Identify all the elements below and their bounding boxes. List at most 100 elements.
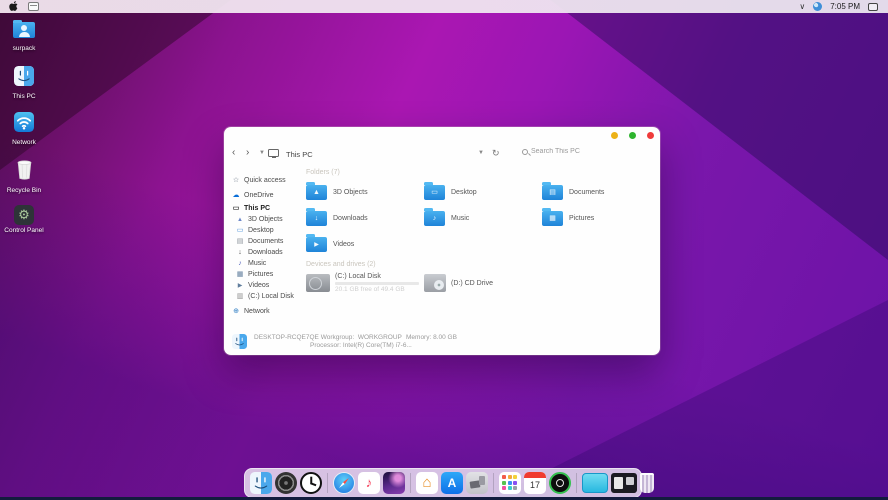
drive-tile-c[interactable]: (C:) Local Disk 20.1 GB free of 49.4 GB [306, 273, 424, 293]
explorer-sidebar: Quick access OneDrive This PC 3D Objects… [232, 173, 306, 317]
minimized-dark-window-dock-icon[interactable] [611, 473, 637, 493]
dock: ♪ ⌂ A 17 [244, 468, 642, 498]
safari-dock-icon[interactable] [333, 472, 355, 494]
minimized-cyan-window-dock-icon[interactable] [582, 473, 608, 493]
sidebar-label: OneDrive [244, 192, 274, 199]
sidebar-item-music[interactable]: Music [232, 258, 306, 269]
drives-section-header: Devices and drives (2) [306, 261, 652, 269]
desktop-icon-recycle-bin[interactable]: Recycle Bin [2, 158, 46, 194]
minimize-button[interactable] [611, 132, 618, 139]
search-input[interactable] [531, 148, 601, 155]
folder-label: 3D Objects [333, 189, 368, 196]
sidebar-item-documents[interactable]: Documents [232, 236, 306, 247]
drive-tile-d[interactable]: (D:) CD Drive [424, 273, 542, 293]
status-host: DESKTOP-RCQE7QE Workgroup: WORKGROUP [254, 334, 402, 341]
calendar-day: 17 [524, 478, 546, 493]
folder-tile-pictures[interactable]: Pictures [542, 209, 660, 227]
download-icon [236, 249, 244, 256]
sidebar-item-c-drive[interactable]: (C:) Local Disk [232, 291, 306, 302]
dock-divider [493, 473, 494, 493]
back-button[interactable]: ‹ [232, 147, 235, 159]
search-box [522, 148, 601, 155]
folder-downloads-icon [306, 211, 327, 226]
hard-disk-icon [306, 274, 330, 292]
explorer-toolbar: ‹ › ▼ This PC ▼ ↻ [232, 147, 652, 160]
utility-dock-icon[interactable] [466, 472, 488, 494]
desktop-icon-label: Recycle Bin [2, 187, 46, 194]
recent-locations-chevron-icon[interactable]: ▼ [259, 150, 265, 156]
folder-label: Downloads [333, 215, 368, 222]
desktop-icon-network[interactable]: Network [2, 112, 46, 146]
dock-divider [410, 473, 411, 493]
desktop-icon [236, 227, 244, 234]
sidebar-label: (C:) Local Disk [248, 293, 294, 300]
folder-videos-icon [306, 237, 327, 252]
address-bar-path[interactable]: This PC [286, 150, 313, 159]
sidebar-item-this-pc[interactable]: This PC [232, 202, 306, 214]
sidebar-item-3d-objects[interactable]: 3D Objects [232, 214, 306, 225]
desktop-icon-surpack[interactable]: surpack [2, 22, 46, 52]
folder-tile-downloads[interactable]: Downloads [306, 209, 424, 227]
folder-tile-desktop[interactable]: Desktop [424, 183, 542, 201]
system-preferences-dock-icon[interactable] [275, 472, 297, 494]
clock-text[interactable]: 7:05 PM [830, 2, 860, 11]
sidebar-item-quick-access[interactable]: Quick access [232, 173, 306, 188]
sidebar-label: Pictures [248, 271, 273, 278]
sidebar-item-videos[interactable]: Videos [232, 280, 306, 291]
sidebar-item-desktop[interactable]: Desktop [232, 225, 306, 236]
dock-divider [576, 473, 577, 493]
close-button[interactable] [647, 132, 654, 139]
calendar-dock-icon[interactable]: 17 [524, 472, 546, 494]
sidebar-item-downloads[interactable]: Downloads [232, 247, 306, 258]
desktop-icon-this-pc[interactable]: This PC [2, 66, 46, 100]
notification-icon[interactable] [868, 3, 878, 11]
folder-label: Desktop [451, 189, 477, 196]
window-grid-icon[interactable] [28, 2, 39, 11]
music-note-icon [236, 260, 244, 267]
sidebar-label: Network [244, 308, 270, 315]
monitor-icon [232, 205, 240, 212]
folder-tile-music[interactable]: Music [424, 209, 542, 227]
zoom-button[interactable] [629, 132, 636, 139]
launchpad-dock-icon[interactable] [499, 472, 521, 494]
desktop: ∨ 7:05 PM surpack This PC Network Recycl… [0, 0, 888, 500]
sidebar-label: Documents [248, 238, 283, 245]
folder-documents-icon [542, 185, 563, 200]
chevron-down-icon[interactable]: ∨ [799, 3, 805, 11]
this-pc-icon [268, 149, 279, 157]
music-dock-icon[interactable]: ♪ [358, 472, 380, 494]
sidebar-item-network[interactable]: Network [232, 306, 306, 317]
picture-icon [236, 271, 244, 278]
menu-bar: ∨ 7:05 PM [0, 0, 888, 13]
folder-tile-documents[interactable]: Documents [542, 183, 660, 201]
explorer-content: Folders (7) 3D Objects Desktop Documents… [306, 169, 652, 293]
address-dropdown-chevron-icon[interactable]: ▼ [478, 150, 484, 156]
disk-icon [236, 293, 244, 300]
finder-dock-icon[interactable] [250, 472, 272, 494]
aurora-app-dock-icon[interactable] [383, 472, 405, 494]
refresh-icon[interactable]: ↻ [492, 148, 500, 159]
desktop-icon-label: Control Panel [2, 227, 46, 234]
user-folder-icon [13, 22, 35, 38]
sidebar-item-pictures[interactable]: Pictures [232, 269, 306, 280]
forward-button[interactable]: › [246, 147, 249, 159]
folder-tile-videos[interactable]: Videos [306, 235, 424, 253]
globe-icon[interactable] [813, 2, 822, 11]
document-icon [236, 238, 244, 245]
sidebar-item-onedrive[interactable]: OneDrive [232, 188, 306, 202]
desktop-icon-control-panel[interactable]: ⚙ Control Panel [2, 205, 46, 234]
folders-section-header: Folders (7) [306, 169, 652, 177]
clock-dock-icon[interactable] [300, 472, 322, 494]
sidebar-label: Downloads [248, 249, 283, 256]
desktop-icon-label: surpack [2, 45, 46, 52]
green-ring-app-dock-icon[interactable] [549, 472, 571, 494]
trash-dock-icon[interactable] [640, 473, 654, 493]
cd-drive-icon [424, 274, 446, 292]
home-app-dock-icon[interactable]: ⌂ [416, 472, 438, 494]
sidebar-label: Quick access [244, 177, 286, 184]
app-store-dock-icon[interactable]: A [441, 472, 463, 494]
apple-logo-icon[interactable] [9, 0, 18, 16]
folder-tile-3d-objects[interactable]: 3D Objects [306, 183, 424, 201]
sidebar-label: Desktop [248, 227, 274, 234]
folders-grid: 3D Objects Desktop Documents Downloads M… [306, 183, 652, 253]
